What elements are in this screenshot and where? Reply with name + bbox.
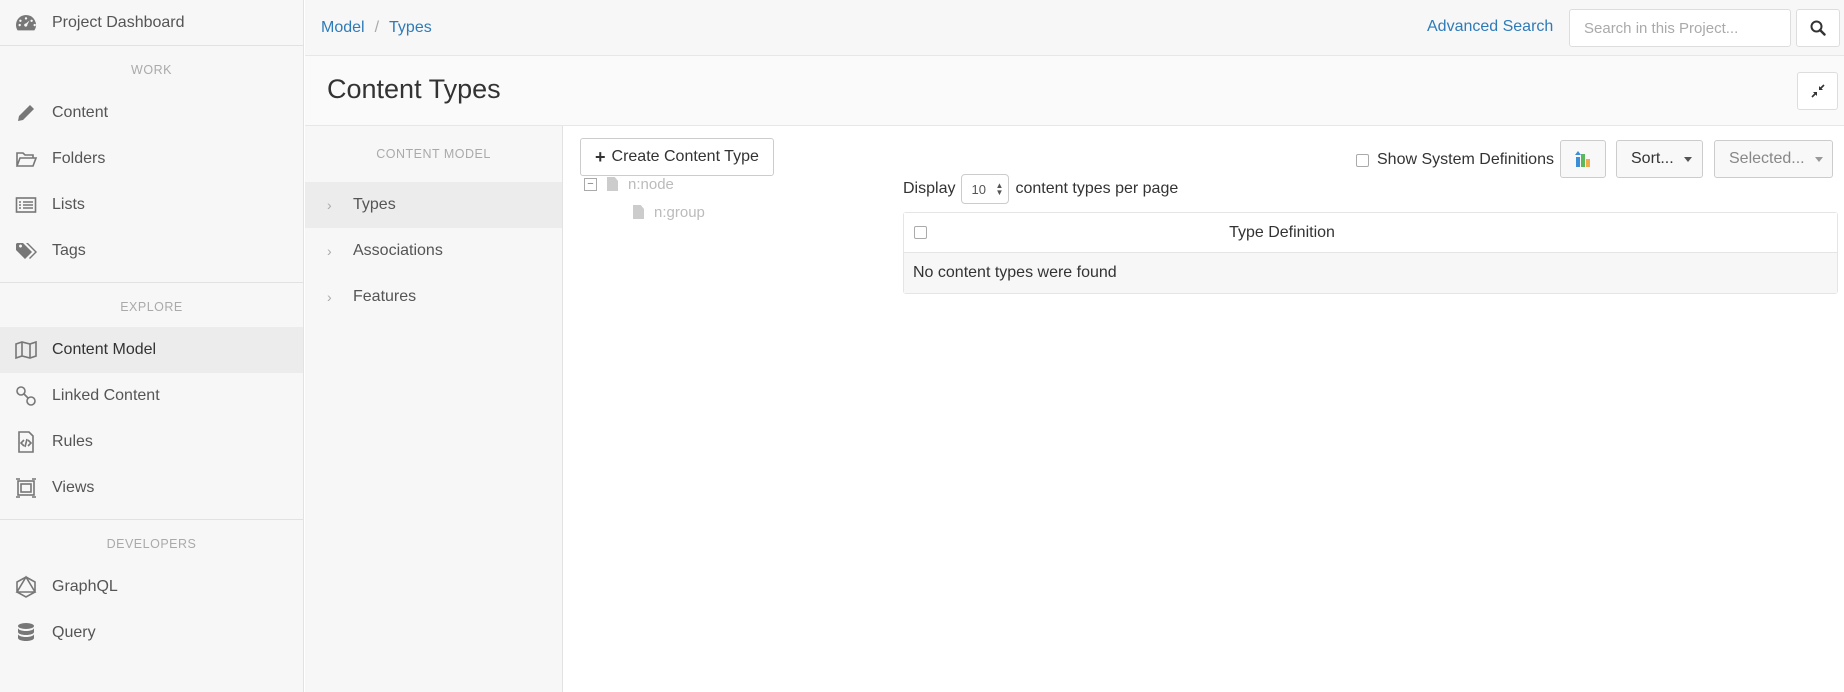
search-button[interactable] <box>1796 9 1840 47</box>
file-icon <box>633 205 644 219</box>
sidebar-item-folders[interactable]: Folders <box>0 136 303 182</box>
empty-message: No content types were found <box>913 264 1117 281</box>
main-content: + Create Content Type Show System Defini… <box>564 126 1844 692</box>
breadcrumb-separator: / <box>374 18 380 36</box>
content-model-nav-item-associations[interactable]: › Associations <box>305 228 562 274</box>
page-title: Content Types <box>327 74 501 104</box>
sidebar-item-label: Project Dashboard <box>52 13 185 31</box>
sidebar-item-content[interactable]: Content <box>0 90 303 136</box>
sidebar-item-project-dashboard[interactable]: Project Dashboard <box>0 0 303 46</box>
sidebar-item-graphql[interactable]: GraphQL <box>0 564 303 610</box>
sidebar-divider <box>0 519 303 520</box>
advanced-search-link[interactable]: Advanced Search <box>1427 18 1553 36</box>
list-icon <box>0 193 52 217</box>
sidebar-item-query[interactable]: Query <box>0 610 303 656</box>
sidebar-item-linked-content[interactable]: Linked Content <box>0 373 303 419</box>
views-icon <box>0 476 52 500</box>
sort-dropdown-label: Sort... <box>1631 150 1674 167</box>
sidebar-item-content-model[interactable]: Content Model <box>0 327 303 373</box>
page-header: Content Types <box>305 56 1844 126</box>
map-icon <box>0 338 52 362</box>
import-icon <box>1575 151 1590 167</box>
caret-down-icon <box>1814 156 1823 162</box>
page-size-select[interactable]: 10 ▲ ▼ <box>961 174 1010 204</box>
tree-node[interactable]: n:group <box>584 198 705 226</box>
breadcrumb-item-types[interactable]: Types <box>389 19 432 37</box>
sidebar-item-label: Views <box>52 479 95 496</box>
display-suffix: content types per page <box>1015 180 1179 197</box>
collapse-toggle-icon[interactable]: − <box>584 177 597 191</box>
selected-dropdown[interactable]: Selected... <box>1714 140 1833 178</box>
sidebar-item-lists[interactable]: Lists <box>0 182 303 228</box>
sidebar-item-rules[interactable]: Rules <box>0 419 303 465</box>
sidebar-divider <box>0 282 303 283</box>
search-input[interactable] <box>1569 9 1791 47</box>
sidebar-item-views[interactable]: Views <box>0 465 303 511</box>
sidebar-section-explore: EXPLORE <box>120 300 183 314</box>
caret-down-icon <box>1683 156 1692 162</box>
content-model-nav-title: CONTENT MODEL <box>376 147 491 161</box>
chevron-right-icon: › <box>327 197 332 213</box>
breadcrumb: Model / Types <box>321 19 432 37</box>
sidebar-item-label: Folders <box>52 150 106 167</box>
chevron-right-icon: › <box>327 289 332 305</box>
show-system-definitions-toggle[interactable]: Show System Definitions <box>1356 151 1554 169</box>
sidebar-item-label: GraphQL <box>52 578 118 595</box>
table-empty-row: No content types were found <box>904 253 1837 293</box>
type-tree: − n:node n:group <box>584 170 705 226</box>
folder-icon <box>0 147 52 171</box>
sidebar: Project Dashboard WORK Content Folders L… <box>0 0 304 692</box>
link-icon <box>0 384 52 408</box>
sidebar-item-label: Content Model <box>52 341 157 358</box>
file-icon <box>607 177 618 191</box>
database-icon <box>0 621 52 645</box>
sort-dropdown[interactable]: Sort... <box>1616 140 1703 178</box>
show-system-definitions-checkbox[interactable] <box>1356 153 1369 167</box>
column-header-type-definition[interactable]: Type Definition <box>927 224 1637 242</box>
tree-node-label: n:node <box>628 175 674 193</box>
create-content-type-label: Create Content Type <box>611 148 759 165</box>
dashboard-icon <box>0 11 52 35</box>
pencil-icon <box>0 101 52 125</box>
sidebar-item-label: Content <box>52 104 109 121</box>
import-button[interactable] <box>1560 140 1606 178</box>
page-size-value: 10 <box>971 181 986 197</box>
tree-node-label: n:group <box>654 203 705 221</box>
content-types-table: Type Definition No content types were fo… <box>903 212 1838 294</box>
tags-icon <box>0 239 52 263</box>
page-size-control: Display 10 ▲ ▼ content types per page <box>903 174 1178 204</box>
sidebar-item-label: Linked Content <box>52 387 160 404</box>
tree-node[interactable]: − n:node <box>584 170 705 198</box>
code-file-icon <box>0 430 52 454</box>
selected-dropdown-label: Selected... <box>1729 150 1805 167</box>
sidebar-item-label: Tags <box>52 242 86 259</box>
content-model-nav: CONTENT MODEL › Types › Associations › F… <box>305 126 563 692</box>
content-model-nav-item-label: Features <box>353 288 417 305</box>
content-model-nav-item-types[interactable]: › Types <box>305 182 562 228</box>
compress-icon <box>1810 84 1825 98</box>
sidebar-section-developers: DEVELOPERS <box>106 537 197 551</box>
plus-icon: + <box>595 146 606 167</box>
content-model-nav-item-label: Types <box>353 196 396 213</box>
select-all-checkbox[interactable] <box>914 226 927 239</box>
chevron-right-icon: › <box>327 243 332 259</box>
graphql-icon <box>0 575 52 599</box>
content-model-nav-item-label: Associations <box>353 242 443 259</box>
table-header-row: Type Definition <box>904 213 1837 253</box>
sidebar-item-label: Query <box>52 624 96 641</box>
collapse-button[interactable] <box>1797 72 1838 110</box>
content-model-nav-item-features[interactable]: › Features <box>305 274 562 320</box>
sidebar-item-label: Lists <box>52 196 85 213</box>
up-down-arrows-icon: ▲ ▼ <box>995 181 1004 197</box>
sidebar-item-tags[interactable]: Tags <box>0 228 303 274</box>
top-bar: Model / Types Advanced Search <box>305 0 1844 56</box>
sidebar-section-work: WORK <box>131 63 172 77</box>
sidebar-item-label: Rules <box>52 433 93 450</box>
display-prefix: Display <box>903 180 956 197</box>
breadcrumb-item-model[interactable]: Model <box>321 19 365 37</box>
search-icon <box>1810 20 1826 36</box>
show-system-definitions-label: Show System Definitions <box>1377 151 1554 168</box>
